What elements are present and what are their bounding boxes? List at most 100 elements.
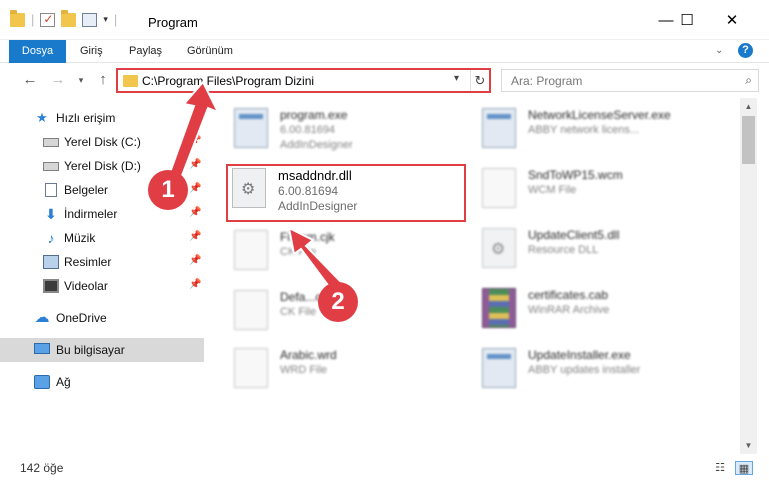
file-item[interactable]: NetworkLicenseServer.exe ABBY network li…: [482, 108, 722, 164]
forward-arrow-icon[interactable]: →: [47, 70, 69, 90]
scroll-down-arrow-icon[interactable]: ▼: [740, 437, 757, 454]
ribbon-tabs: Dosya Giriş Paylaş Görünüm ⌄ ?: [0, 40, 769, 63]
file-item[interactable]: UpdateClient5.dll Resource DLL: [482, 228, 722, 284]
pin-icon[interactable]: 📌: [189, 255, 201, 266]
file-type: Resource DLL: [528, 244, 599, 256]
help-icon[interactable]: ?: [738, 43, 753, 58]
cloud-icon: ☁: [34, 309, 50, 326]
new-folder-icon[interactable]: [61, 9, 77, 27]
details-view-icon[interactable]: ☷: [711, 461, 729, 475]
document-file-icon: [234, 348, 268, 388]
properties-icon[interactable]: [82, 12, 98, 27]
quick-access-toolbar: | ▾ |: [10, 9, 117, 27]
sidebar-item-label: Bu bilgisayar: [56, 343, 125, 357]
file-list: program.exe 6.00.81694 AddInDesigner msa…: [210, 98, 740, 454]
search-placeholder: Ara: Program: [511, 74, 583, 88]
tab-home[interactable]: Giriş: [80, 40, 103, 63]
pin-icon[interactable]: 📌: [189, 135, 201, 146]
file-name: SndToWP15.wcm: [528, 168, 623, 182]
sidebar-item-label: Yerel Disk (C:): [64, 135, 141, 149]
file-item[interactable]: SndToWP15.wcm WCM File: [482, 168, 722, 224]
file-item[interactable]: Fi...em.cjk CK File: [234, 230, 474, 286]
folder-icon: [123, 75, 138, 87]
star-icon: ★: [36, 110, 48, 125]
application-file-icon: [234, 108, 268, 148]
file-type: WCM File: [528, 184, 577, 196]
winrar-archive-icon: [482, 288, 516, 328]
address-path[interactable]: C:\Program Files\Program Dizini: [142, 74, 314, 88]
pin-icon[interactable]: 📌: [189, 207, 201, 218]
sidebar-item-this-pc[interactable]: Bu bilgisayar: [0, 338, 204, 362]
navigation-row: ← → ▾ ↑ C:\Program Files\Program Dizini …: [0, 63, 769, 98]
separator: |: [31, 12, 35, 27]
sidebar-item-label: İndirmeler: [64, 207, 118, 221]
ribbon-expand-chevron-icon[interactable]: ⌄: [715, 45, 727, 57]
download-icon: ⬇: [45, 206, 57, 222]
file-description: ABBY network licens...: [528, 124, 640, 136]
sidebar-item-label: Videolar: [64, 279, 108, 293]
file-type: CK File: [280, 306, 317, 318]
sidebar-item-pictures[interactable]: Resimler 📌: [0, 250, 204, 274]
disk-icon: [43, 138, 59, 147]
file-type: CK File: [280, 246, 317, 258]
status-bar: 142 öğe ☷ ▦: [0, 455, 769, 495]
search-input[interactable]: Ara: Program ⌕: [501, 69, 759, 92]
file-description: AddInDesigner: [280, 139, 353, 151]
maximize-button[interactable]: ☐: [672, 9, 702, 33]
customize-qat-chevron-down-icon[interactable]: ▾: [103, 14, 108, 25]
application-file-icon: [482, 108, 516, 148]
up-arrow-icon[interactable]: ↑: [92, 70, 114, 90]
close-button[interactable]: ✕: [717, 9, 747, 33]
file-item[interactable]: UpdateInstaller.exe ABBY updates install…: [482, 348, 722, 404]
application-file-icon: [482, 348, 516, 388]
file-name: certificates.cab: [528, 288, 609, 302]
recent-locations-chevron-down-icon[interactable]: ▾: [70, 70, 92, 90]
sidebar-item-network[interactable]: Ağ: [0, 370, 204, 394]
window-title: Program: [148, 15, 198, 30]
step-badge-2: 2: [318, 282, 358, 322]
sidebar-item-label: Resimler: [64, 255, 112, 269]
scrollbar-thumb[interactable]: [742, 116, 755, 164]
music-icon: ♪: [47, 230, 55, 246]
documents-icon: [45, 183, 57, 197]
pin-icon[interactable]: 📌: [189, 183, 201, 194]
folder-icon[interactable]: [10, 9, 25, 27]
file-item[interactable]: program.exe 6.00.81694 AddInDesigner: [234, 108, 474, 164]
sidebar-item-label: OneDrive: [56, 311, 107, 325]
file-item[interactable]: Arabic.wrd WRD File: [234, 348, 474, 404]
back-arrow-icon[interactable]: ←: [19, 70, 41, 90]
sidebar-item-label: Müzik: [64, 231, 96, 245]
file-name: program.exe: [280, 108, 348, 122]
refresh-icon[interactable]: ↻: [470, 70, 489, 91]
tab-share[interactable]: Paylaş: [129, 40, 162, 63]
item-count: 142 öğe: [20, 461, 64, 475]
network-icon: [34, 375, 50, 389]
sidebar-item-onedrive[interactable]: ☁ OneDrive: [0, 306, 204, 330]
sidebar-item-videos[interactable]: Videolar 📌: [0, 274, 204, 298]
tab-file[interactable]: Dosya: [9, 40, 66, 63]
sidebar-item-music[interactable]: ♪ Müzik 📌: [0, 226, 204, 250]
scroll-up-arrow-icon[interactable]: ▲: [740, 98, 757, 115]
pin-icon[interactable]: 📌: [189, 279, 201, 290]
title-bar: | ▾ | Program — ☐ ✕: [0, 0, 769, 40]
document-file-icon: [482, 168, 516, 208]
pictures-icon: [43, 255, 59, 269]
address-history-chevron-down-icon[interactable]: ▾: [454, 73, 459, 84]
vertical-scrollbar[interactable]: ▲ ▼: [740, 98, 757, 454]
pin-icon[interactable]: 📌: [189, 159, 201, 170]
dll-gear-icon: [482, 228, 516, 268]
file-name: Fi...em.cjk: [280, 230, 335, 244]
pin-icon[interactable]: 📌: [189, 231, 201, 242]
file-type: WinRAR Archive: [528, 304, 610, 316]
file-name: NetworkLicenseServer.exe: [528, 108, 671, 122]
disk-icon: [43, 162, 59, 171]
large-icons-view-icon[interactable]: ▦: [735, 461, 753, 475]
tab-view[interactable]: Görünüm: [187, 40, 233, 63]
address-bar[interactable]: C:\Program Files\Program Dizini ▾ ↻: [116, 68, 491, 93]
search-icon[interactable]: ⌕: [745, 73, 752, 88]
sidebar-item-quick-access[interactable]: ★ Hızlı erişim: [0, 106, 204, 130]
properties-check-icon[interactable]: [40, 12, 56, 27]
sidebar-item-local-disk-c[interactable]: Yerel Disk (C:) 📌: [0, 130, 204, 154]
file-item[interactable]: certificates.cab WinRAR Archive: [482, 288, 722, 344]
computer-icon: [34, 343, 50, 354]
